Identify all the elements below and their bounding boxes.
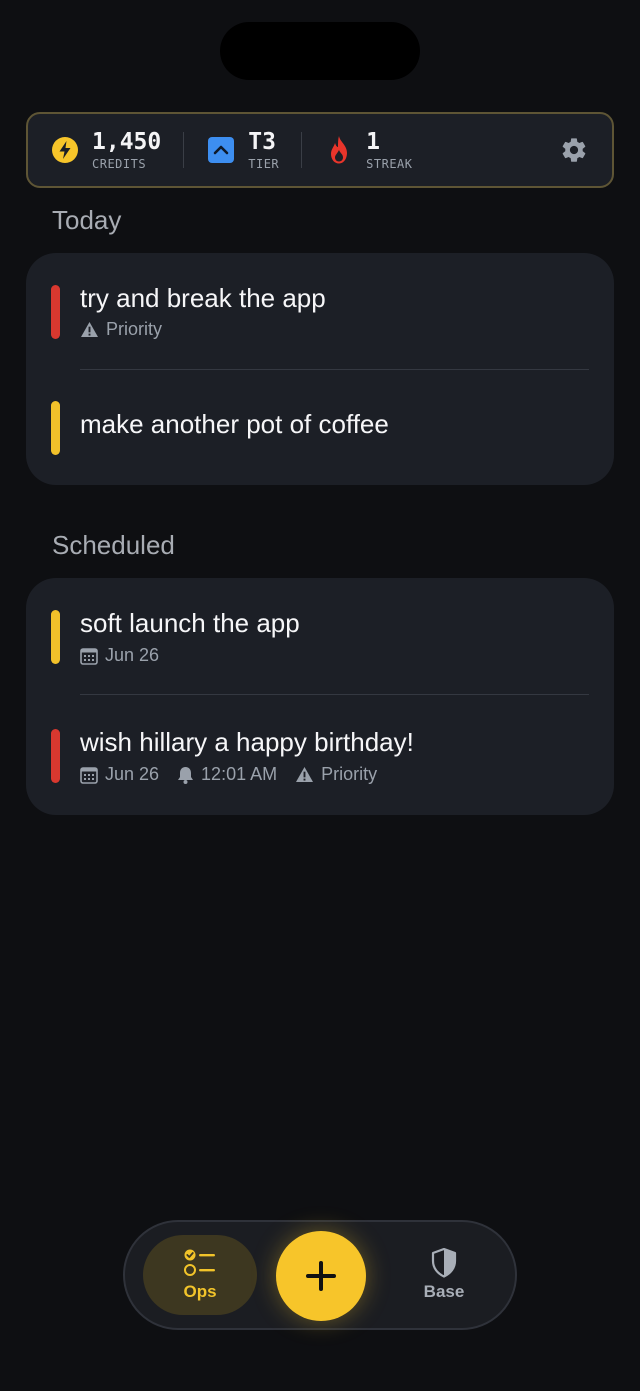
credits-label: CREDITS <box>92 156 147 171</box>
gear-icon[interactable] <box>558 134 590 166</box>
nav-ops-tab[interactable]: Ops <box>143 1235 257 1315</box>
tier-label: TIER <box>248 156 280 171</box>
nav-ops-label: Ops <box>183 1282 217 1301</box>
nav-base-tab[interactable]: Base <box>387 1235 501 1315</box>
priority-tag: Priority <box>80 319 162 340</box>
time-tag: 12:01 AM <box>177 764 277 785</box>
task-title: make another pot of coffee <box>80 409 389 439</box>
priority-tag: Priority <box>295 764 377 785</box>
task-meta: Priority <box>80 319 180 340</box>
task-item[interactable]: soft launch the app Jun 26 <box>26 578 614 696</box>
priority-bar <box>51 610 60 664</box>
task-item[interactable]: try and break the app Priority <box>26 253 614 371</box>
plus-icon <box>306 1261 336 1291</box>
scheduled-card: soft launch the app Jun 26 wish hillary … <box>26 578 614 815</box>
task-item[interactable]: wish hillary a happy birthday! Jun 26 12… <box>26 696 614 814</box>
streak-value: 1 <box>366 128 381 155</box>
section-title-scheduled: Scheduled <box>52 530 175 560</box>
priority-bar <box>51 285 60 339</box>
nav-base-label: Base <box>423 1282 465 1301</box>
streak-label: STREAK <box>366 156 413 171</box>
task-title: try and break the app <box>80 283 326 313</box>
stat-divider <box>301 132 303 168</box>
lightning-icon <box>50 135 80 165</box>
priority-bar <box>51 729 60 783</box>
shield-icon <box>431 1248 457 1278</box>
task-meta: Jun 26 <box>80 645 177 666</box>
add-task-button[interactable] <box>276 1231 366 1321</box>
priority-label: Priority <box>321 764 378 784</box>
priority-bar <box>51 401 60 455</box>
date-tag: Jun 26 <box>80 764 159 785</box>
task-item[interactable]: make another pot of coffee <box>26 371 614 489</box>
chevron-up-icon <box>206 135 236 165</box>
flame-icon <box>324 135 354 165</box>
credits-value: 1,450 <box>92 128 162 155</box>
bell-icon <box>178 766 194 784</box>
warning-icon <box>81 321 98 338</box>
priority-label: Priority <box>106 319 163 339</box>
stat-divider <box>183 132 185 168</box>
bottom-nav: Ops Base <box>123 1220 517 1330</box>
date-label: Jun 26 <box>105 645 160 665</box>
task-separator <box>80 694 589 695</box>
stats-bar: 1,450 CREDITS T3 TIER 1 STREAK <box>26 112 614 188</box>
task-meta: Jun 26 12:01 AM Priority <box>80 764 395 785</box>
date-label: Jun 26 <box>105 764 160 784</box>
calendar-icon <box>80 766 98 784</box>
task-title: wish hillary a happy birthday! <box>80 727 414 757</box>
task-separator <box>80 369 589 370</box>
date-tag: Jun 26 <box>80 645 159 666</box>
checklist-icon <box>184 1249 215 1276</box>
tier-stat[interactable]: T3 TIER <box>206 130 279 171</box>
task-title: soft launch the app <box>80 608 300 638</box>
credits-stat[interactable]: 1,450 CREDITS <box>50 130 161 171</box>
section-title-today: Today <box>52 205 122 235</box>
today-card: try and break the app Priority make anot… <box>26 253 614 485</box>
tier-value: T3 <box>248 128 276 155</box>
warning-icon <box>296 766 314 783</box>
dynamic-island <box>220 22 420 80</box>
time-label: 12:01 AM <box>201 764 278 784</box>
calendar-icon <box>80 647 98 665</box>
streak-stat[interactable]: 1 STREAK <box>324 130 412 171</box>
